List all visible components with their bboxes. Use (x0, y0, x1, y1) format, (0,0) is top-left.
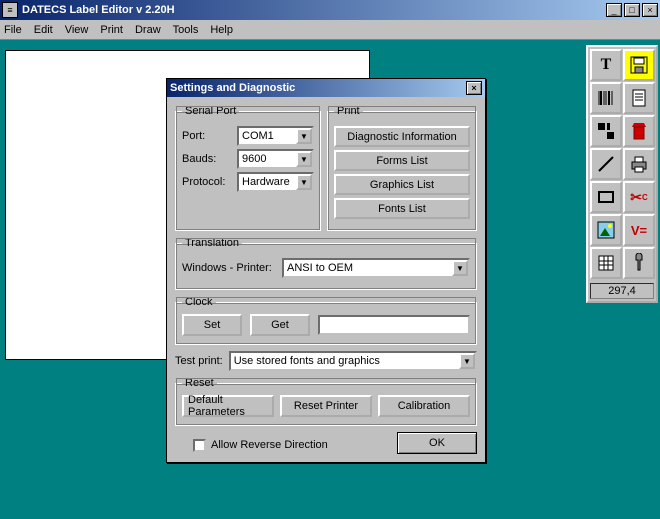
coord-readout: 297,4 (590, 283, 654, 299)
clock-field[interactable] (318, 315, 470, 335)
main-titlebar: ≡ DATECS Label Editor v 2.20H _ □ × (0, 0, 660, 20)
clock-get-button[interactable]: Get (250, 314, 310, 336)
tool-doc[interactable] (623, 82, 655, 114)
menu-tools[interactable]: Tools (173, 24, 199, 36)
menu-draw[interactable]: Draw (135, 24, 161, 36)
reverse-checkbox[interactable] (193, 439, 206, 452)
ok-button[interactable]: OK (397, 432, 477, 454)
minimize-button[interactable]: _ (606, 3, 622, 17)
reset-legend: Reset (182, 377, 217, 389)
port-value: COM1 (242, 130, 274, 142)
dropdown-arrow-icon: ▼ (459, 353, 475, 369)
tool-text[interactable]: T (590, 49, 622, 81)
translation-group: Translation Windows - Printer: ANSI to O… (175, 237, 477, 290)
menu-file[interactable]: File (4, 24, 22, 36)
translation-combo[interactable]: ANSI to OEM ▼ (282, 258, 470, 278)
tool-rect[interactable] (590, 181, 622, 213)
calibration-button[interactable]: Calibration (378, 395, 470, 417)
tool-panel: T ✂C V= (586, 45, 658, 303)
tool-image[interactable] (590, 214, 622, 246)
menu-help[interactable]: Help (210, 24, 233, 36)
default-params-button[interactable]: Default Parameters (182, 395, 274, 417)
tool-settings[interactable] (623, 247, 655, 279)
testprint-combo[interactable]: Use stored fonts and graphics ▼ (229, 351, 477, 371)
dropdown-arrow-icon: ▼ (452, 260, 468, 276)
tool-line[interactable] (590, 148, 622, 180)
reset-printer-button[interactable]: Reset Printer (280, 395, 372, 417)
app-title: DATECS Label Editor v 2.20H (22, 4, 606, 16)
print-legend: Print (334, 105, 363, 117)
bauds-label: Bauds: (182, 153, 237, 165)
graphics-list-button[interactable]: Graphics List (334, 174, 470, 195)
app-icon: ≡ (2, 2, 18, 18)
bauds-value: 9600 (242, 153, 266, 165)
translation-label: Windows - Printer: (182, 262, 282, 274)
translation-legend: Translation (182, 237, 242, 249)
port-label: Port: (182, 130, 237, 142)
dialog-title: Settings and Diagnostic (170, 82, 466, 94)
close-button[interactable]: × (642, 3, 658, 17)
dropdown-arrow-icon: ▼ (296, 128, 312, 144)
menu-view[interactable]: View (65, 24, 89, 36)
serial-legend: Serial Port (182, 105, 239, 117)
print-group: Print Diagnostic Information Forms List … (327, 105, 477, 231)
fonts-list-button[interactable]: Fonts List (334, 198, 470, 219)
tool-align[interactable] (590, 115, 622, 147)
menu-print[interactable]: Print (100, 24, 123, 36)
protocol-value: Hardware (242, 176, 290, 188)
translation-value: ANSI to OEM (287, 262, 353, 274)
clock-legend: Clock (182, 296, 216, 308)
serial-port-group: Serial Port Port: COM1 ▼ Bauds: 9600 ▼ (175, 105, 321, 231)
bauds-combo[interactable]: 9600 ▼ (237, 149, 314, 169)
tool-barcode[interactable] (590, 82, 622, 114)
dialog-titlebar[interactable]: Settings and Diagnostic × (167, 79, 485, 97)
reset-group: Reset Default Parameters Reset Printer C… (175, 377, 477, 426)
dialog-close-button[interactable]: × (466, 81, 482, 95)
menubar: File Edit View Print Draw Tools Help (0, 20, 660, 40)
testprint-label: Test print: (175, 355, 223, 367)
tool-cut[interactable]: ✂C (623, 181, 655, 213)
testprint-value: Use stored fonts and graphics (234, 355, 380, 367)
menu-edit[interactable]: Edit (34, 24, 53, 36)
tool-grid[interactable] (590, 247, 622, 279)
protocol-label: Protocol: (182, 176, 237, 188)
protocol-combo[interactable]: Hardware ▼ (237, 172, 314, 192)
clock-set-button[interactable]: Set (182, 314, 242, 336)
forms-list-button[interactable]: Forms List (334, 150, 470, 171)
maximize-button[interactable]: □ (624, 3, 640, 17)
tool-printer[interactable] (623, 148, 655, 180)
dropdown-arrow-icon: ▼ (296, 174, 312, 190)
tool-delete[interactable] (623, 115, 655, 147)
tool-var[interactable]: V= (623, 214, 655, 246)
settings-dialog: Settings and Diagnostic × Serial Port Po… (166, 78, 486, 463)
dropdown-arrow-icon: ▼ (296, 151, 312, 167)
port-combo[interactable]: COM1 ▼ (237, 126, 314, 146)
clock-group: Clock Set Get (175, 296, 477, 345)
reverse-label: Allow Reverse Direction (211, 439, 328, 451)
diagnostic-button[interactable]: Diagnostic Information (334, 126, 470, 147)
tool-save[interactable] (623, 49, 655, 81)
